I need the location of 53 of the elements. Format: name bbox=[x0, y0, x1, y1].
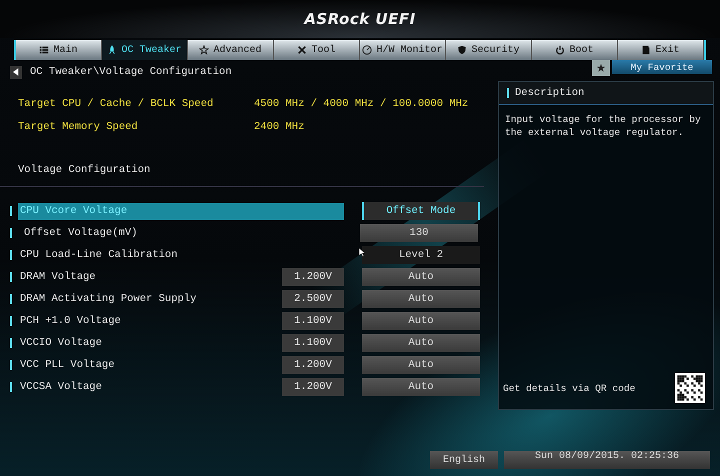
value-button[interactable]: 130 bbox=[360, 224, 478, 242]
nav-tab[interactable]: Security bbox=[446, 40, 532, 60]
info-label: Target CPU / Cache / BCLK Speed bbox=[18, 98, 214, 110]
voltage-reading: 1.200V bbox=[282, 356, 344, 374]
voltage-reading: 1.100V bbox=[282, 312, 344, 330]
nav-tab[interactable]: OC Tweaker bbox=[102, 40, 188, 60]
star-button[interactable] bbox=[592, 60, 610, 76]
nav-tab[interactable]: Advanced bbox=[188, 40, 274, 60]
info-label: Target Memory Speed bbox=[18, 120, 139, 132]
setting-label[interactable]: CPU Load-Line Calibration bbox=[18, 246, 344, 264]
info-value: 2400 MHz bbox=[254, 120, 304, 132]
list-icon bbox=[39, 45, 50, 55]
gauge-icon bbox=[362, 45, 372, 55]
shield-icon bbox=[457, 45, 468, 55]
language-button[interactable]: English bbox=[430, 451, 498, 469]
star-icon bbox=[596, 63, 606, 73]
nav-tab[interactable]: H/W Monitor bbox=[360, 40, 446, 60]
setting-label[interactable]: VCC PLL Voltage bbox=[18, 356, 272, 374]
section-title: Voltage Configuration bbox=[0, 138, 484, 187]
logo: ASRock UEFI bbox=[304, 10, 416, 28]
value-button[interactable]: Auto bbox=[362, 268, 480, 286]
value-button[interactable]: Level 2 bbox=[362, 246, 480, 264]
value-button[interactable]: Auto bbox=[362, 290, 480, 308]
setting-label[interactable]: VCCIO Voltage bbox=[18, 334, 272, 352]
nav-tab[interactable]: Tool bbox=[274, 40, 360, 60]
rocket-icon bbox=[107, 45, 118, 55]
back-button[interactable] bbox=[10, 66, 22, 78]
value-button[interactable]: Auto bbox=[362, 356, 480, 374]
voltage-reading: 1.100V bbox=[282, 334, 344, 352]
setting-label[interactable]: VCCSA Voltage bbox=[18, 378, 272, 396]
breadcrumb: OC Tweaker\Voltage Configuration bbox=[30, 66, 233, 78]
setting-label[interactable]: DRAM Activating Power Supply bbox=[18, 290, 272, 308]
voltage-reading: 1.200V bbox=[282, 268, 344, 286]
setting-label[interactable]: DRAM Voltage bbox=[18, 268, 272, 286]
qr-code-icon bbox=[675, 373, 705, 403]
value-button[interactable]: Offset Mode bbox=[362, 202, 480, 220]
date-time: Sun 08/09/2015. 02:25:36 bbox=[504, 451, 710, 469]
voltage-reading: 2.500V bbox=[282, 290, 344, 308]
mouse-cursor-icon bbox=[359, 248, 365, 257]
voltage-reading: 1.200V bbox=[282, 378, 344, 396]
qr-caption: Get details via QR code bbox=[503, 382, 636, 394]
back-arrow-icon bbox=[13, 68, 19, 76]
star-icon bbox=[199, 45, 210, 55]
setting-label[interactable]: Offset Voltage(mV) bbox=[18, 224, 342, 242]
my-favorite-button[interactable]: My Favorite bbox=[612, 60, 712, 74]
setting-label[interactable]: PCH +1.0 Voltage bbox=[18, 312, 272, 330]
value-button[interactable]: Auto bbox=[362, 312, 480, 330]
panel-title: Description bbox=[515, 87, 584, 99]
power-icon bbox=[555, 45, 566, 55]
value-button[interactable]: Auto bbox=[362, 378, 480, 396]
description-text: Input voltage for the processor by the external voltage regulator. bbox=[505, 113, 702, 140]
info-value: 4500 MHz / 4000 MHz / 100.0000 MHz bbox=[254, 98, 468, 110]
value-button[interactable]: Auto bbox=[362, 334, 480, 352]
